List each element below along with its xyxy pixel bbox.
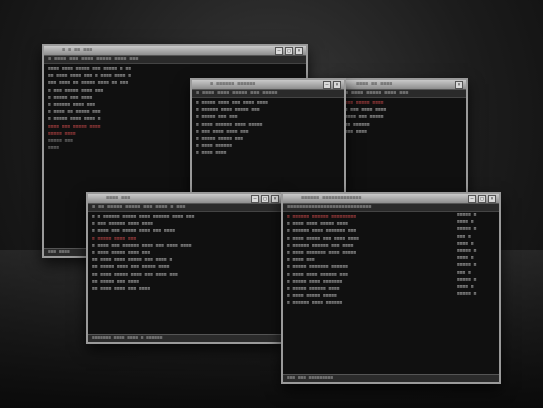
output-line: ≡ ≡≡≡≡ ≡≡≡≡≡≡ bbox=[196, 144, 232, 150]
side-entry: ≡≡≡≡≡ ≡ bbox=[457, 249, 477, 255]
output-line: ≡ ≡≡≡≡ ≡≡≡≡≡ ≡≡≡≡ ≡≡≡ bbox=[92, 251, 151, 257]
side-entry: ≡≡≡ ≡ bbox=[457, 234, 471, 240]
output-line: ≡ ≡≡≡ ≡≡≡≡ ≡≡≡≡ ≡≡≡ bbox=[196, 129, 249, 135]
minimize-button[interactable]: – bbox=[275, 47, 283, 55]
close-button[interactable]: × bbox=[455, 81, 463, 89]
maximize-button[interactable]: □ bbox=[478, 195, 486, 203]
output-line: ≡ ≡≡≡≡≡≡ ≡≡≡≡ ≡≡≡≡≡ ≡≡≡ bbox=[196, 108, 260, 114]
status-bar: ≡≡≡≡≡≡≡ ≡≡≡≡ ≡≡≡≡ ≡ ≡≡≡≡≡≡ bbox=[88, 334, 282, 342]
terminal-output: ≡ ≡ ≡≡≡≡≡≡ ≡≡≡≡≡ ≡≡≡≡ ≡≡≡≡≡≡ ≡≡≡≡ ≡≡≡ ≡ ≡… bbox=[88, 212, 282, 295]
close-button[interactable]: × bbox=[488, 195, 496, 203]
output-line: ≡≡ ≡≡≡≡ ≡≡≡≡≡ ≡≡≡≡ ≡≡≡ ≡≡≡≡ ≡≡≡ bbox=[92, 272, 178, 278]
output-line: ≡≡≡ ≡≡≡≡≡≡ bbox=[342, 122, 370, 128]
window-title: ≡ ≡ ≡≡ ≡≡≡ bbox=[62, 47, 93, 53]
terminal-window-front-right[interactable]: ≡≡≡≡≡≡ ≡≡≡≡≡≡≡≡≡≡≡≡≡ – □ × ≡≡≡≡≡≡≡≡≡≡≡≡≡… bbox=[281, 192, 501, 384]
terminal-window-front-left[interactable]: ≡≡≡≡ ≡≡≡ – □ × ≡ ≡≡ ≡≡≡≡≡ ≡≡≡≡≡ ≡≡≡ ≡≡≡≡… bbox=[86, 192, 284, 344]
side-column: ≡≡≡≡≡ ≡ ≡≡≡≡ ≡ ≡≡≡≡≡ ≡ ≡≡≡ ≡ ≡≡≡≡ ≡ ≡≡≡≡≡ ≡ ≡≡… bbox=[457, 212, 495, 298]
output-line: ≡≡≡≡ ≡≡≡≡≡ ≡≡≡≡ bbox=[342, 101, 384, 106]
terminal-window-back-right[interactable]: ≡≡≡≡ ≡≡ ≡≡≡≡ × ≡≡ ≡≡≡≡ ≡≡≡≡≡ ≡≡≡≡ ≡≡≡ ≡≡… bbox=[336, 78, 468, 200]
title-bar[interactable]: ≡≡≡≡≡≡ ≡≡≡≡≡≡≡≡≡≡≡≡≡ – □ × bbox=[283, 194, 499, 204]
close-button[interactable]: × bbox=[295, 47, 303, 55]
minimize-button[interactable]: – bbox=[468, 195, 476, 203]
output-line: ≡≡ ≡≡≡≡ ≡≡≡≡ ≡≡≡≡≡ ≡≡≡ ≡≡≡≡ ≡ bbox=[92, 258, 173, 264]
side-entry: ≡≡≡ ≡ bbox=[457, 270, 471, 276]
output-line: ≡≡≡≡ ≡≡≡≡ bbox=[342, 129, 367, 135]
side-entry: ≡≡≡≡ ≡ bbox=[457, 285, 474, 291]
output-line: ≡≡ ≡≡≡ ≡≡≡≡ ≡≡≡≡ bbox=[342, 108, 387, 114]
title-bar[interactable]: ≡≡≡≡ ≡≡ ≡≡≡≡ × bbox=[338, 80, 466, 90]
window-controls: – □ × bbox=[468, 195, 496, 203]
output-line: ≡ ≡≡≡≡≡ ≡≡≡≡ ≡≡≡ bbox=[92, 236, 137, 242]
window-controls: – × bbox=[323, 81, 341, 89]
output-line: ≡ ≡≡≡≡ ≡≡≡≡≡≡ ≡≡≡≡ ≡≡≡≡≡ bbox=[196, 122, 263, 128]
output-line: ≡ ≡≡≡≡≡ ≡≡≡≡≡ ≡≡≡ bbox=[196, 137, 244, 143]
output-line: ≡ ≡≡≡ ≡≡≡≡≡≡ ≡≡≡≡ ≡≡≡≡ bbox=[92, 222, 153, 228]
window-title: ≡ ≡≡≡≡≡≡ ≡≡≡≡≡≡ bbox=[210, 81, 256, 87]
output-line: ≡ ≡≡≡≡ ≡≡≡ ≡≡≡≡≡≡ ≡≡≡≡ ≡≡≡ ≡≡≡≡ ≡≡≡≡ bbox=[92, 243, 192, 249]
close-button[interactable]: × bbox=[271, 195, 279, 203]
window-controls: – □ × bbox=[251, 195, 279, 203]
minimize-button[interactable]: – bbox=[251, 195, 259, 203]
maximize-button[interactable]: □ bbox=[261, 195, 269, 203]
output-line: ≡≡ ≡≡≡≡ ≡≡≡≡ ≡≡≡ ≡≡≡≡ bbox=[92, 287, 151, 293]
title-bar[interactable]: ≡≡≡≡ ≡≡≡ – □ × bbox=[88, 194, 282, 204]
side-entry: ≡≡≡≡≡ ≡ bbox=[457, 292, 477, 298]
output-line: ≡ ≡≡≡≡ ≡≡≡ ≡≡≡≡≡ ≡≡≡≡ ≡≡≡ ≡≡≡≡ bbox=[92, 229, 175, 235]
output-line: ≡≡≡≡ ≡≡≡≡ ≡≡≡≡≡ ≡≡≡ ≡≡≡≡≡ ≡ ≡≡ bbox=[48, 67, 131, 72]
minimize-button[interactable]: – bbox=[323, 81, 331, 89]
side-entry: ≡≡≡≡≡ ≡ bbox=[457, 213, 477, 218]
side-entry: ≡≡≡≡ ≡ bbox=[457, 241, 474, 247]
output-line: ≡ ≡≡≡≡ ≡≡≡≡ bbox=[196, 151, 227, 157]
output-line: ≡ ≡≡≡≡≡ ≡≡≡ ≡≡≡ bbox=[196, 115, 238, 121]
title-bar[interactable]: ≡ ≡ ≡≡ ≡≡≡ – □ × bbox=[44, 46, 306, 56]
output-line: ≡≡ ≡≡≡≡≡ ≡≡≡≡ ≡≡≡ ≡≡≡≡≡ ≡≡≡≡ bbox=[92, 265, 170, 271]
output-line: ≡≡≡≡≡ ≡≡≡ ≡≡≡≡≡ bbox=[342, 115, 384, 121]
terminal-window-middle[interactable]: ≡ ≡≡≡≡≡≡ ≡≡≡≡≡≡ – × ≡ ≡≡≡≡ ≡≡≡≡ ≡≡≡≡≡ ≡≡… bbox=[190, 78, 346, 200]
window-title: ≡≡≡≡≡≡ ≡≡≡≡≡≡≡≡≡≡≡≡≡ bbox=[301, 195, 362, 201]
menu-bar[interactable]: ≡≡ ≡≡≡≡ ≡≡≡≡≡ ≡≡≡≡ ≡≡≡ bbox=[338, 90, 466, 98]
output-line: ≡≡ ≡≡≡≡≡ ≡≡≡ ≡≡≡≡ bbox=[92, 279, 140, 285]
side-entry: ≡≡≡≡≡ ≡ bbox=[457, 263, 477, 269]
title-bar[interactable]: ≡ ≡≡≡≡≡≡ ≡≡≡≡≡≡ – × bbox=[192, 80, 344, 90]
output-line: ≡ ≡≡≡≡≡ ≡≡≡≡ ≡≡≡ ≡≡≡≡ ≡≡≡≡ bbox=[196, 101, 268, 106]
side-entry: ≡≡≡≡≡ ≡ bbox=[457, 227, 477, 233]
menu-bar[interactable]: ≡ ≡≡≡≡ ≡≡≡ ≡≡≡≡ ≡≡≡≡≡ ≡≡≡≡ ≡≡≡ bbox=[44, 56, 306, 64]
window-controls: × bbox=[455, 81, 463, 89]
window-controls: – □ × bbox=[275, 47, 303, 55]
terminal-output: ≡ ≡≡≡≡≡ ≡≡≡≡ ≡≡≡ ≡≡≡≡ ≡≡≡≡ ≡ ≡≡≡≡≡≡ ≡≡≡≡ … bbox=[192, 98, 344, 160]
output-line: ≡ ≡≡≡≡≡≡ ≡≡≡≡ ≡≡≡≡≡≡ bbox=[287, 301, 343, 307]
status-bar: ≡≡≡ ≡≡≡ ≡≡≡≡≡≡≡≡≡ bbox=[283, 374, 499, 382]
window-title: ≡≡≡≡ ≡≡≡ bbox=[106, 195, 131, 201]
close-button[interactable]: × bbox=[333, 81, 341, 89]
side-entry: ≡≡≡≡ ≡ bbox=[457, 220, 474, 226]
side-entry: ≡≡≡≡≡ ≡ bbox=[457, 277, 477, 283]
side-entry: ≡≡≡≡ ≡ bbox=[457, 256, 474, 262]
terminal-output: ≡≡≡≡ ≡≡≡≡≡ ≡≡≡≡ ≡≡ ≡≡≡ ≡≡≡≡ ≡≡≡≡ ≡≡≡≡≡ ≡≡≡… bbox=[338, 98, 466, 138]
menu-bar[interactable]: ≡ ≡≡≡≡ ≡≡≡≡ ≡≡≡≡≡ ≡≡≡ ≡≡≡≡≡ bbox=[192, 90, 344, 98]
menu-bar[interactable]: ≡ ≡≡ ≡≡≡≡≡ ≡≡≡≡≡ ≡≡≡ ≡≡≡≡ ≡ ≡≡≡ bbox=[88, 204, 282, 212]
menu-bar[interactable]: ≡≡≡≡≡≡≡≡≡≡≡≡≡≡≡≡≡≡≡≡≡≡≡≡≡≡≡≡ bbox=[283, 204, 499, 212]
output-line: ≡ ≡ ≡≡≡≡≡≡ ≡≡≡≡≡ ≡≡≡≡ ≡≡≡≡≡≡ ≡≡≡≡ ≡≡≡ bbox=[92, 215, 195, 220]
maximize-button[interactable]: □ bbox=[285, 47, 293, 55]
window-title: ≡≡≡≡ ≡≡ ≡≡≡≡ bbox=[356, 81, 393, 87]
